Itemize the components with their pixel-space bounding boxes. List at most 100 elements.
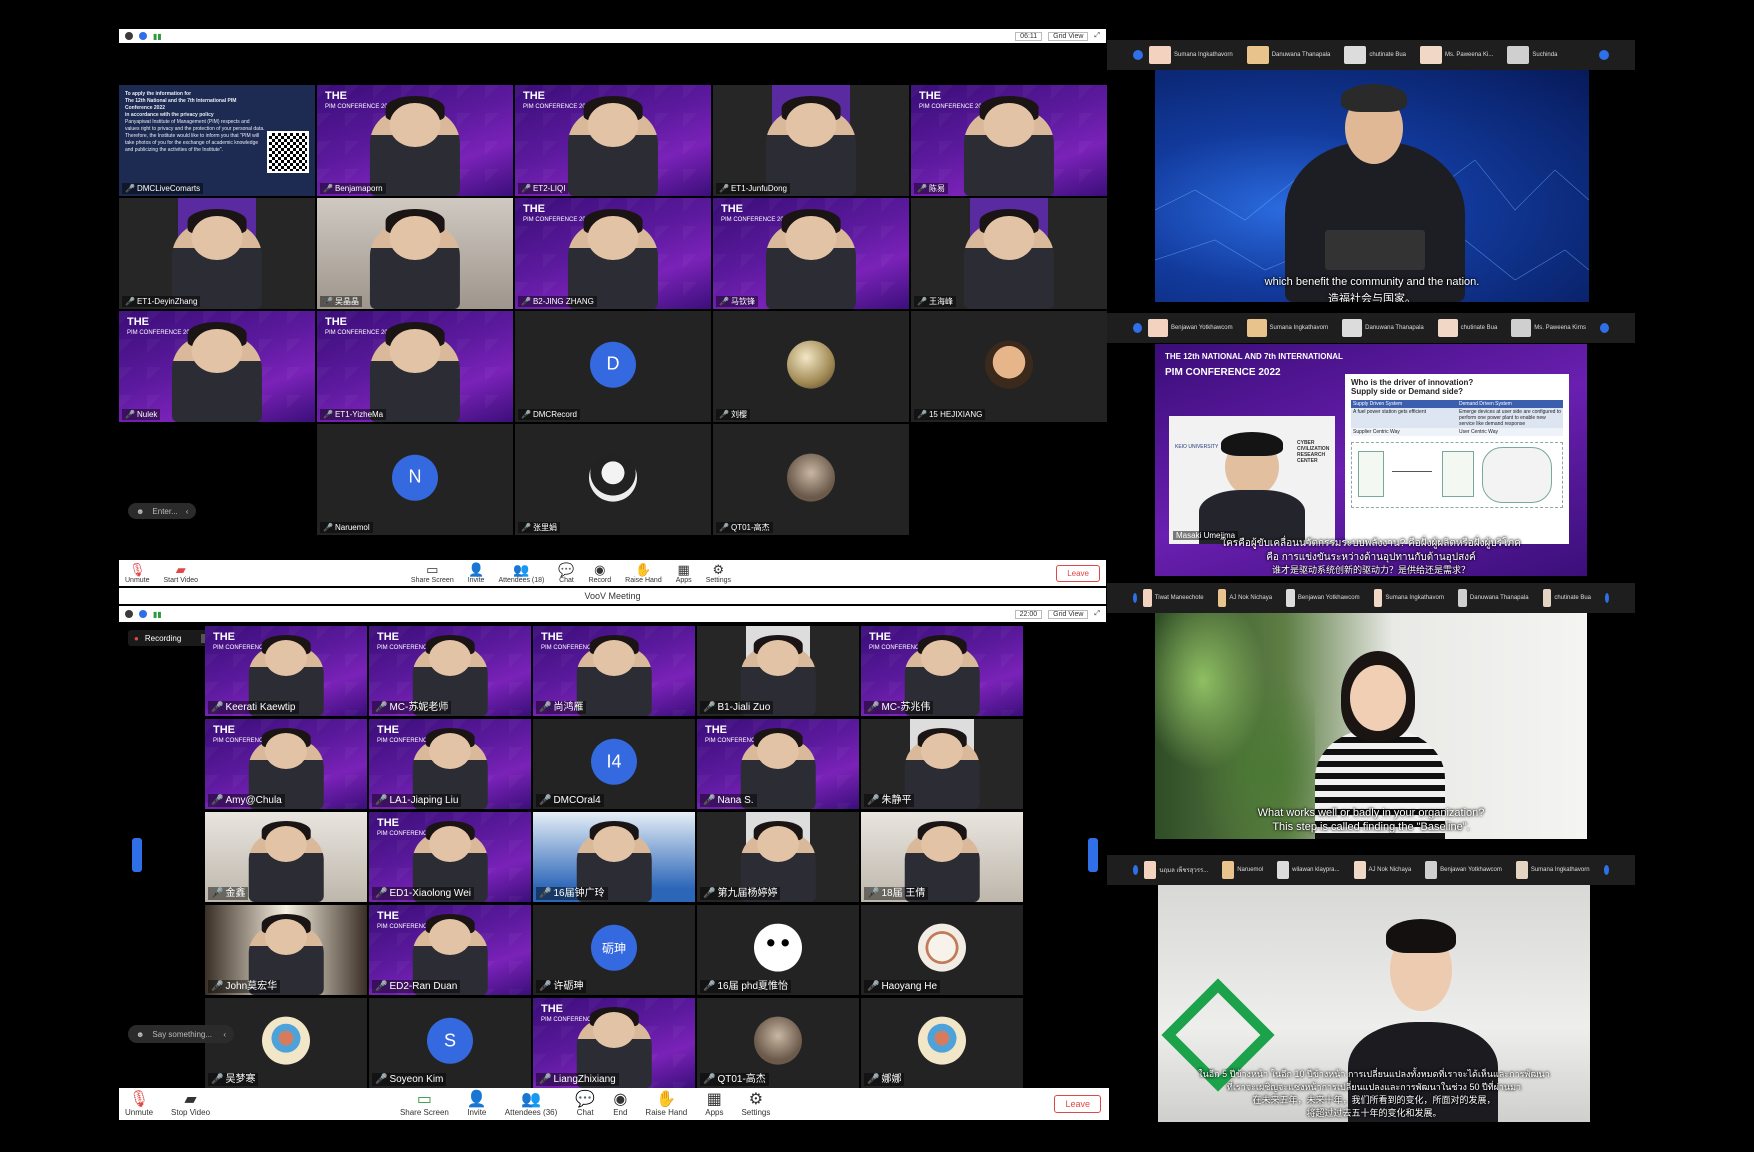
video-tile[interactable]: THE PIM CONFERENCE 2022 🎤 LA1-Jiaping Liu (369, 719, 531, 809)
invite-button[interactable]: 👤 Invite (467, 1091, 487, 1117)
video-tile[interactable]: 🎤 ET1-DeyinZhang (119, 198, 315, 309)
info-icon[interactable] (125, 610, 133, 618)
shield-icon[interactable] (139, 32, 147, 40)
video-tile[interactable]: 🎤 15 HEJIXIANG (911, 311, 1107, 422)
video-tile[interactable]: THE PIM CONFERENCE 2022 🎤 B2-JING ZHANG (515, 198, 711, 309)
participant-thumbnail[interactable] (1342, 319, 1363, 337)
video-tile[interactable]: 🎤 金鑫 (205, 812, 367, 902)
leave-button[interactable]: Leave (1054, 1095, 1101, 1113)
strip-next-button[interactable] (1603, 865, 1609, 875)
raise-hand-button[interactable]: ✋ Raise Hand (645, 1091, 687, 1117)
video-tile[interactable]: THE PIM CONFERENCE 2022 🎤 ET1-YizheMa (317, 311, 513, 422)
attendees-button[interactable]: 👥 Attendees (18) (498, 562, 544, 584)
video-tile[interactable]: THE PIM CONFERENCE 2022 🎤 马钦锋 (713, 198, 909, 309)
video-tile[interactable]: 🎤 16届钟广玲 (533, 812, 695, 902)
invite-button[interactable]: 👤 Invite (468, 562, 485, 584)
video-tile[interactable]: 🎤 16届 phd夏惟怡 (697, 905, 859, 995)
video-tile[interactable]: 🎤 刘樱 (713, 311, 909, 422)
video-tile[interactable]: THE PIM CONFERENCE 2022 🎤 MC-苏妮老师 (369, 626, 531, 716)
video-tile[interactable]: 🎤 QT01-高杰 (713, 424, 909, 535)
strip-next-button[interactable] (1605, 593, 1610, 603)
participant-thumbnail[interactable] (1143, 589, 1152, 607)
shield-icon[interactable] (139, 610, 147, 618)
video-tile[interactable]: 🎤 吴晶晶 (317, 198, 513, 309)
end-button[interactable]: ◉ End (613, 1091, 627, 1117)
strip-prev-button[interactable] (1133, 50, 1143, 60)
video-tile[interactable]: THE PIM CONFERENCE 2022 🎤 ED2-Ran Duan (369, 905, 531, 995)
fullscreen-icon[interactable]: ⤢ (1094, 32, 1100, 40)
participant-thumbnail[interactable] (1222, 861, 1235, 879)
strip-prev-button[interactable] (1133, 323, 1143, 333)
video-tile[interactable]: 🎤 第九届杨婷婷 (697, 812, 859, 902)
strip-next-button[interactable] (1599, 50, 1609, 60)
participant-thumbnail[interactable] (1149, 46, 1171, 64)
top-left-chat-input[interactable]: ☻ Enter... ‹ (128, 503, 196, 519)
video-tile[interactable]: THE PIM CONFERENCE 2022 🎤 陈易 (911, 85, 1107, 196)
video-tile[interactable]: 🎤 王海峰 (911, 198, 1107, 309)
emoji-icon[interactable]: ☻ (136, 507, 144, 516)
video-tile[interactable]: 🎤 18届 王倩 (861, 812, 1023, 902)
video-tile[interactable]: To apply the information for The 12th Nat… (119, 85, 315, 196)
apps-button[interactable]: ▦ Apps (705, 1091, 723, 1117)
emoji-icon[interactable]: ☻ (136, 1030, 144, 1039)
chat-button[interactable]: 💬 Chat (558, 562, 574, 584)
strip-next-button[interactable] (1599, 323, 1609, 333)
video-tile[interactable]: 🎤 Haoyang He (861, 905, 1023, 995)
video-tile[interactable]: THE PIM CONFERENCE 2022 🎤 ET2-LIQI (515, 85, 711, 196)
participant-thumbnail[interactable] (1344, 46, 1367, 64)
video-tile[interactable]: 🎤 QT01-高杰 (697, 998, 859, 1088)
video-tile[interactable]: 🎤 张里娟 (515, 424, 711, 535)
participant-thumbnail[interactable] (1425, 861, 1438, 879)
collapse-icon[interactable]: ‹ (223, 1030, 226, 1039)
video-tile[interactable]: THE PIM CONFERENCE 2022 🎤 LiangZhixiang (533, 998, 695, 1088)
collapse-icon[interactable]: ‹ (186, 507, 189, 516)
video-tile[interactable]: THE PIM CONFERENCE 2022 🎤 尚鸿雁 (533, 626, 695, 716)
video-tile[interactable]: 🎤 ET1-JunfuDong (713, 85, 909, 196)
share-screen-button[interactable]: ▭ Share Screen (400, 1091, 449, 1117)
video-tile[interactable]: THE PIM CONFERENCE 2022 🎤 Amy@Chula (205, 719, 367, 809)
participant-thumbnail[interactable] (1515, 861, 1528, 879)
bottom-left-chat-input[interactable]: ☻ Say something... ‹ (128, 1025, 234, 1043)
settings-button[interactable]: ⚙ Settings (741, 1091, 770, 1117)
video-tile[interactable]: 🎤 朱静平 (861, 719, 1023, 809)
raise-hand-button[interactable]: ✋ Raise Hand (625, 562, 662, 584)
video-tile[interactable]: THE PIM CONFERENCE 2022 🎤 Keerati Kaewtip (205, 626, 367, 716)
video-tile[interactable]: THE PIM CONFERENCE 2022 🎤 MC-苏兆伟 (861, 626, 1023, 716)
grid-view-button[interactable]: Grid View (1048, 609, 1089, 619)
video-tile[interactable]: 🎤 吴梦寒 (205, 998, 367, 1088)
participant-thumbnail[interactable] (1277, 861, 1290, 879)
video-tile[interactable]: THE PIM CONFERENCE 2022 🎤 Nana S. (697, 719, 859, 809)
participant-thumbnail[interactable] (1373, 589, 1383, 607)
video-tile[interactable]: THE PIM CONFERENCE 2022 🎤 Benjamaporn (317, 85, 513, 196)
video-tile[interactable]: THE PIM CONFERENCE 2022 🎤 ED1-Xiaolong Wei (369, 812, 531, 902)
fullscreen-icon[interactable]: ⤢ (1094, 610, 1100, 618)
video-tile[interactable]: I4 🎤 DMCOral4 (533, 719, 695, 809)
apps-button[interactable]: ▦ Apps (676, 562, 692, 584)
video-tile[interactable]: D 🎤 DMCRecord (515, 311, 711, 422)
participant-thumbnail[interactable] (1286, 589, 1295, 607)
stop-video-button[interactable]: ▰ Stop Video (171, 1091, 210, 1117)
participant-thumbnail[interactable] (1542, 589, 1552, 607)
prev-page-button[interactable] (132, 838, 142, 872)
info-icon[interactable] (125, 32, 133, 40)
participant-thumbnail[interactable] (1458, 589, 1467, 607)
strip-prev-button[interactable] (1133, 865, 1139, 875)
video-tile[interactable]: 🎤 John莫宏华 (205, 905, 367, 995)
strip-prev-button[interactable] (1133, 593, 1137, 603)
participant-thumbnail[interactable] (1246, 46, 1269, 64)
video-tile[interactable]: THE PIM CONFERENCE 2022 🎤 Nulek (119, 311, 315, 422)
unmute-button[interactable]: 🎙 Unmute (125, 562, 150, 584)
share-screen-button[interactable]: ▭ Share Screen (411, 562, 454, 584)
participant-thumbnail[interactable] (1420, 46, 1443, 64)
participant-thumbnail[interactable] (1511, 319, 1532, 337)
next-page-button[interactable] (1088, 838, 1098, 872)
leave-button[interactable]: Leave (1056, 564, 1100, 582)
grid-view-button[interactable]: Grid View (1048, 31, 1089, 41)
settings-button[interactable]: ⚙ Settings (706, 562, 731, 584)
attendees-button[interactable]: 👥 Attendees (36) (505, 1091, 557, 1117)
video-tile[interactable]: 🎤 娜娜 (861, 998, 1023, 1088)
participant-thumbnail[interactable] (1246, 319, 1267, 337)
participant-thumbnail[interactable] (1144, 861, 1157, 879)
video-tile[interactable]: 砺珅 🎤 许砺珅 (533, 905, 695, 995)
video-tile[interactable]: N 🎤 Naruemol (317, 424, 513, 535)
